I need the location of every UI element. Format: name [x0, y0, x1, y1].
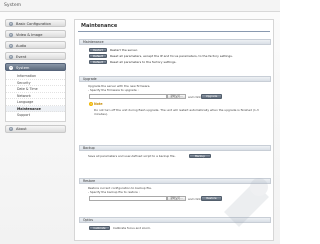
title-divider	[78, 31, 270, 32]
firmware-file-input[interactable]	[89, 94, 167, 99]
expand-icon: +	[9, 32, 13, 37]
calibrate-description: Calibrate focus and zoom.	[113, 226, 151, 230]
maintenance-section: Maintenance Restart Restart the server. …	[79, 39, 271, 65]
camera-watermark-icon	[224, 178, 269, 227]
expand-icon: +	[9, 127, 13, 131]
sidebar-group-label: About	[16, 127, 27, 131]
top-bar: System	[0, 0, 280, 12]
sidebar-group-video-image[interactable]: + Video & Image	[5, 30, 66, 38]
sidebar-group-about[interactable]: + About	[5, 124, 66, 133]
page-title: Maintenance	[81, 23, 118, 29]
calibrate-button[interactable]: Calibrate	[89, 225, 110, 231]
note-title: Note	[94, 102, 103, 106]
body-area: + Basic Configuration + Video & Image + …	[0, 12, 280, 244]
expand-icon: +	[9, 21, 13, 26]
sidebar-group-system[interactable]: − System	[5, 63, 66, 71]
sidebar-group-label: Video & Image	[16, 32, 43, 37]
firmware-browse-button[interactable]: 찾아보기...	[167, 94, 186, 99]
section-header: Backup	[79, 145, 271, 151]
upgrade-section: Upgrade Upgrade the server with the new …	[79, 76, 271, 116]
section-header: Maintenance	[79, 39, 271, 45]
backup-section: Backup Save all parameters and user-defi…	[79, 145, 271, 159]
sidebar-group-label: Basic Configuration	[16, 21, 52, 26]
section-header: Upgrade	[79, 76, 271, 82]
collapse-icon: −	[9, 65, 13, 70]
backup-description: Save all parameters and user-defined scr…	[88, 154, 176, 158]
factory-default-description: Reset all parameters to the factory sett…	[110, 60, 177, 64]
and-click-label: and click	[188, 94, 201, 99]
warning-icon: !	[89, 102, 93, 106]
sidebar-group-event[interactable]: + Event	[5, 52, 66, 60]
window-title: System	[4, 3, 22, 8]
sidebar-group-label: Audio	[16, 43, 27, 48]
sidebar: + Basic Configuration + Video & Image + …	[5, 19, 66, 136]
expand-icon: +	[9, 43, 13, 48]
default-button[interactable]: Default	[89, 53, 107, 59]
backup-button[interactable]: Backup	[189, 153, 211, 159]
sidebar-item-support[interactable]: Support	[6, 112, 65, 119]
sidebar-group-label: Event	[16, 54, 27, 59]
sidebar-group-basic-configuration[interactable]: + Basic Configuration	[5, 19, 66, 27]
and-click-label: and click	[188, 196, 201, 201]
sidebar-system-submenu: Information Security Date & Time Network…	[5, 71, 66, 122]
upgrade-button[interactable]: Upgrade	[201, 94, 222, 99]
factory-default-button[interactable]: Default	[89, 59, 107, 65]
sidebar-group-audio[interactable]: + Audio	[5, 41, 66, 49]
restart-button[interactable]: Restart	[89, 47, 107, 53]
expand-icon: +	[9, 54, 13, 59]
sidebar-group-label: System	[16, 65, 30, 70]
note-text: Do not turn off the unit during flash up…	[94, 107, 259, 116]
upgrade-note: ! Note Do not turn off the unit during fl…	[79, 102, 271, 116]
restore-browse-button[interactable]: 찾아보기...	[167, 196, 186, 201]
restore-file-input[interactable]	[89, 196, 167, 201]
